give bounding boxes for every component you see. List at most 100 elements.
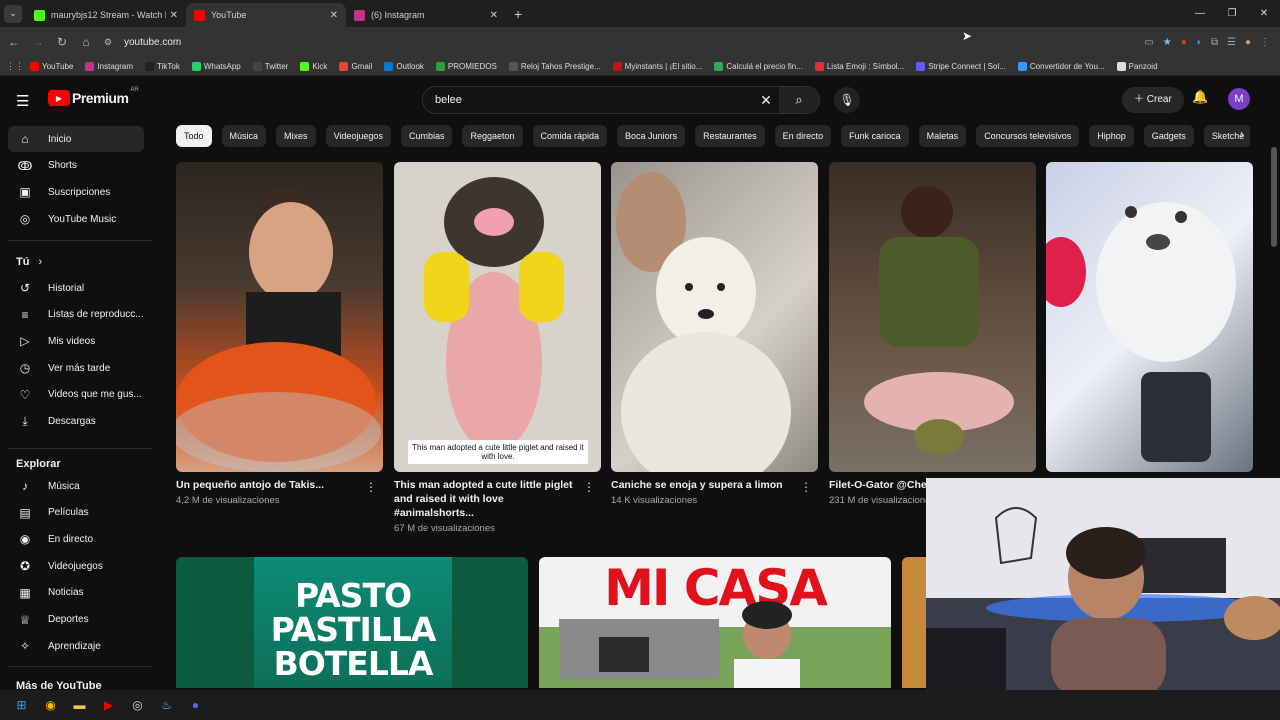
filter-chip[interactable]: Restaurantes <box>695 125 765 147</box>
sidebar-item-home[interactable]: ⌂ Inicio <box>8 126 144 152</box>
chips-next-icon[interactable]: › <box>1240 127 1244 141</box>
video-thumbnail[interactable]: This man adopted a cute little piglet an… <box>394 162 601 472</box>
tab-instagram[interactable]: (6) Instagram ✕ <box>346 3 506 27</box>
video-thumbnail[interactable] <box>176 162 383 472</box>
bookmark-item[interactable]: YouTube <box>30 61 73 71</box>
search-button-icon[interactable]: ⌕ <box>779 87 819 113</box>
bookmark-item[interactable]: Twitter <box>252 61 288 71</box>
close-window-icon[interactable]: ✕ <box>1248 0 1280 27</box>
tab-search-button[interactable]: ⌄ <box>4 4 22 23</box>
sidebar-item-sports[interactable]: ♕ Deportes <box>8 607 144 633</box>
bookmark-item[interactable]: Convertidor de You... <box>1017 61 1105 71</box>
filter-chip[interactable]: Comida rápida <box>532 125 608 147</box>
close-tab-icon[interactable]: ✕ <box>490 10 498 21</box>
sidebar-you-heading[interactable]: Tú › <box>16 256 42 268</box>
bookmark-item[interactable]: Myinstants | ¡El sitio... <box>612 61 702 71</box>
bookmark-item[interactable]: Gmail <box>339 61 372 71</box>
filter-chip[interactable]: Maletas <box>918 125 967 147</box>
more-options-icon[interactable]: ⋮ <box>365 480 377 494</box>
filter-chip[interactable]: Música <box>221 125 267 147</box>
sidebar-item-history[interactable]: ↺ Historial <box>8 275 144 301</box>
sidebar-item-music[interactable]: ◎ YouTube Music <box>8 206 144 232</box>
sidebar-item-watch-later[interactable]: ◷ Ver más tarde <box>8 355 144 381</box>
bookmark-item[interactable]: Calculá el precio fin... <box>714 61 803 71</box>
file-explorer-icon[interactable]: ▬ <box>65 690 94 720</box>
bookmark-item[interactable]: TikTok <box>145 61 180 71</box>
bookmark-item[interactable]: Panzoid <box>1116 61 1158 71</box>
bookmark-star-icon[interactable]: ★ <box>1163 37 1172 48</box>
video-title[interactable]: Caniche se enoja y supera a limon <box>611 478 791 492</box>
video-thumbnail[interactable] <box>1046 162 1253 472</box>
page-scrollbar[interactable] <box>1271 147 1277 247</box>
discord-taskbar-icon[interactable]: ● <box>181 690 210 720</box>
sidebar-item-learning[interactable]: ✧ Aprendizaje <box>8 633 144 659</box>
sidebar-item-downloads[interactable]: ⤓ Descargas <box>8 409 144 435</box>
sidebar-item-movies[interactable]: ▤ Películas <box>8 500 144 526</box>
video-card[interactable]: Un pequeño antojo de Takis... 4,2 M de v… <box>176 162 383 506</box>
video-thumbnail[interactable] <box>611 162 818 472</box>
filter-chip[interactable]: Funk carioca <box>841 125 909 147</box>
cast-icon[interactable]: ▭ <box>1144 37 1153 48</box>
browser-menu-icon[interactable]: ⋮ <box>1260 37 1270 48</box>
filter-chip[interactable]: Reggaeton <box>462 125 523 147</box>
extension-blue-icon[interactable]: ◗ <box>1196 37 1202 48</box>
avatar[interactable]: M <box>1228 88 1250 110</box>
clear-search-icon[interactable]: ✕ <box>753 92 779 109</box>
obs-taskbar-icon[interactable]: ◎ <box>123 690 152 720</box>
sidebar-item-gaming[interactable]: ✪ Videojuegos <box>8 553 144 579</box>
tab-youtube[interactable]: YouTube ✕ <box>186 3 346 27</box>
youtube-taskbar-icon[interactable]: ▶ <box>94 690 123 720</box>
bookmark-item[interactable]: Kick <box>300 61 327 71</box>
filter-chip[interactable]: Gadgets <box>1143 125 1194 147</box>
reading-list-icon[interactable]: ☰ <box>1227 37 1236 48</box>
reload-icon[interactable]: ↻ <box>50 35 74 49</box>
extension-red-icon[interactable]: ● <box>1181 37 1187 48</box>
extensions-puzzle-icon[interactable]: ⧉ <box>1211 37 1218 48</box>
video-thumbnail[interactable]: MI CASA <box>539 557 891 688</box>
forward-icon[interactable]: → <box>26 35 50 49</box>
maximize-icon[interactable]: ❐ <box>1216 0 1248 27</box>
sidebar-item-shorts[interactable]: ↂ Shorts <box>8 153 144 179</box>
bookmark-item[interactable]: Instagram <box>85 61 133 71</box>
filter-chip[interactable]: En directo <box>774 125 832 147</box>
bookmark-item[interactable]: Lista Emoji : Símbol... <box>814 61 904 71</box>
filter-chip[interactable]: Boca Juniors <box>617 125 686 147</box>
sidebar-item-news[interactable]: ▦ Noticias <box>8 580 144 606</box>
steam-taskbar-icon[interactable]: ♨ <box>152 690 181 720</box>
video-card[interactable] <box>1046 162 1253 472</box>
bookmark-item[interactable]: Stripe Connect | Sol... <box>916 61 1006 71</box>
sidebar-item-music-note[interactable]: ♪ Música <box>8 473 144 499</box>
back-icon[interactable]: ← <box>2 35 26 49</box>
notifications-bell-icon[interactable]: 🔔 <box>1192 89 1208 105</box>
site-info-icon[interactable]: ⚙ <box>104 37 116 47</box>
minimize-icon[interactable]: — <box>1184 0 1216 27</box>
close-tab-icon[interactable]: ✕ <box>330 10 338 21</box>
filter-chip[interactable]: Videojuegos <box>325 125 391 147</box>
tab-kick[interactable]: maurybjs12 Stream - Watch Liv ✕ <box>26 3 186 27</box>
filter-chip[interactable]: Todo <box>176 125 212 147</box>
new-tab-icon[interactable]: + <box>514 6 522 22</box>
create-button[interactable]: ＋ Crear <box>1122 87 1184 113</box>
filter-chip[interactable]: Mixes <box>276 125 316 147</box>
sidebar-item-live[interactable]: ◉ En directo <box>8 526 144 552</box>
bookmark-item[interactable]: PROMIEDOS <box>435 61 497 71</box>
more-options-icon[interactable]: ⋮ <box>800 480 812 494</box>
profile-icon[interactable]: ● <box>1245 37 1251 48</box>
youtube-premium-logo[interactable]: ▶ Premium AR <box>48 87 139 106</box>
sidebar-item-my-videos[interactable]: ▷ Mis videos <box>8 328 144 354</box>
video-title[interactable]: This man adopted a cute little piglet an… <box>394 478 574 520</box>
sidebar-item-liked[interactable]: ♡ Videos que me gus... <box>8 382 144 408</box>
home-button-icon[interactable]: ⌂ <box>74 35 98 49</box>
sidebar-item-subscriptions[interactable]: ▣ Suscripciones <box>8 179 144 205</box>
bookmark-item[interactable]: WhatsApp <box>191 61 241 71</box>
bookmark-item[interactable]: Reloj Tahos Prestige... <box>508 61 601 71</box>
apps-grid-icon[interactable]: ⋮⋮ <box>0 61 30 72</box>
video-card[interactable]: Caniche se enoja y supera a limon 14 K v… <box>611 162 818 506</box>
video-thumbnail[interactable]: PASTO PASTILLA BOTELLA <box>176 557 528 688</box>
filter-chip[interactable]: Concursos televisivos <box>976 125 1080 147</box>
video-thumbnail[interactable] <box>829 162 1036 472</box>
close-tab-icon[interactable]: ✕ <box>170 10 178 21</box>
search-input[interactable]: belee <box>435 94 753 106</box>
video-card[interactable]: Filet-O-Gator @Chef Foods 231 M de visua… <box>829 162 1036 506</box>
sidebar-item-playlists[interactable]: ≡ Listas de reproducc... <box>8 302 144 328</box>
